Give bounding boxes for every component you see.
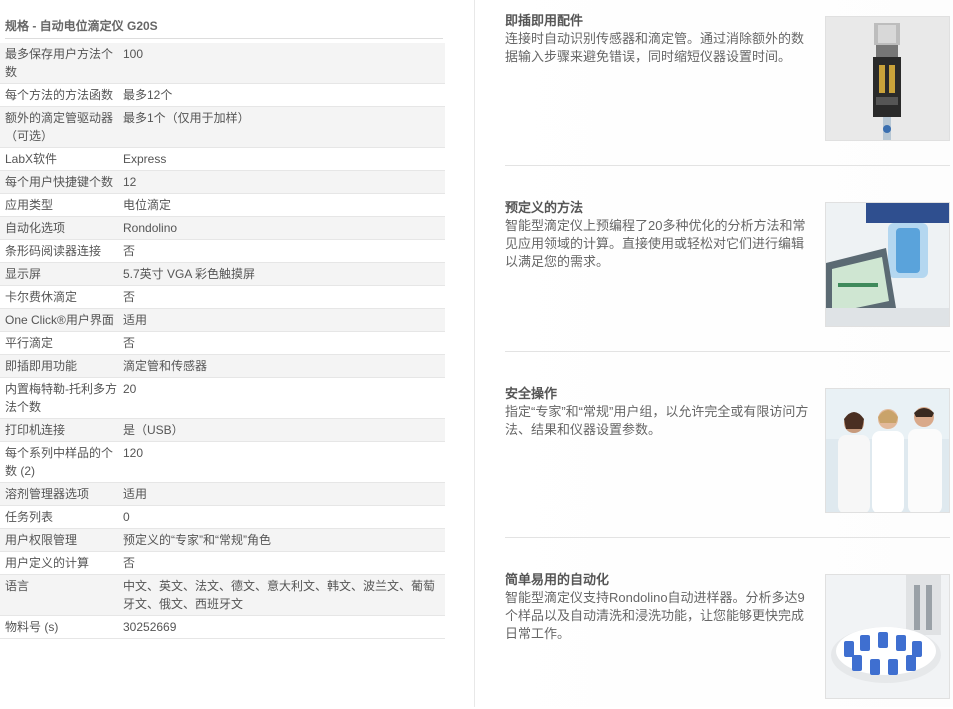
spec-label: 平行滴定 <box>5 336 54 350</box>
spec-value: 12 <box>123 175 137 189</box>
spec-row: 用户定义的计算 否 <box>0 552 445 575</box>
feature-title: 简单易用的自动化 <box>505 572 610 587</box>
spec-value: 100 <box>123 47 144 61</box>
spec-label: 语言 <box>5 579 30 593</box>
feature-text: 智能型滴定仪支持Rondolino自动进样器。分析多达9个样品以及自动清洗和浸洗… <box>505 590 805 641</box>
feature-text: 指定“专家”和“常规”用户组，以允许完全或有限访问方法、结果和仪器设置参数。 <box>505 404 809 437</box>
spec-label: 物料号 (s) <box>5 620 59 634</box>
spec-value: 适用 <box>123 487 148 501</box>
spec-label: 溶剂管理器选项 <box>5 487 90 501</box>
feature-title: 安全操作 <box>505 386 558 401</box>
feature-title: 预定义的方法 <box>505 200 584 215</box>
spec-label: 用户权限管理 <box>5 533 78 547</box>
titrator-screen-image <box>825 202 950 327</box>
spec-table: 最多保存用户方法个数 100 每个方法的方法函数 最多12个 额外的滴定管驱动器（可选）… <box>0 43 445 639</box>
spec-value: 0 <box>123 510 130 524</box>
feature-title: 即插即用配件 <box>505 13 584 28</box>
spec-label: 自动化选项 <box>5 221 66 235</box>
feature-easy-automation: 简单易用的自动化 智能型滴定仪支持Rondolino自动进样器。分析多达9个样品… <box>505 569 950 709</box>
spec-label: LabX软件 <box>5 152 58 166</box>
spec-row: 用户权限管理 预定义的“专家”和“常规”角色 <box>0 529 445 552</box>
spec-value: 电位滴定 <box>123 198 172 212</box>
spec-label: 条形码阅读器连接 <box>5 244 102 258</box>
spec-row: 平行滴定 否 <box>0 332 445 355</box>
spec-row: 每个用户快捷键个数 12 <box>0 171 445 194</box>
spec-row: 任务列表 0 <box>0 506 445 529</box>
feature-separator <box>505 165 950 166</box>
feature-text: 连接时自动识别传感器和滴定管。通过消除额外的数据输入步骤来避免错误，同时缩短仪器… <box>505 31 805 64</box>
spec-label: 额外的滴定管驱动器（可选） <box>5 111 114 143</box>
spec-label: 任务列表 <box>5 510 54 524</box>
lab-scientists-image <box>825 388 950 513</box>
feature-plug-and-play: 即插即用配件 连接时自动识别传感器和滴定管。通过消除额外的数据输入步骤来避免错误… <box>505 10 950 150</box>
spec-label: 即插即用功能 <box>5 359 78 373</box>
spec-row: 每个方法的方法函数 最多12个 <box>0 84 445 107</box>
spec-row: 自动化选项 Rondolino <box>0 217 445 240</box>
spec-label: 打印机连接 <box>5 423 66 437</box>
spec-value: 滴定管和传感器 <box>123 359 208 373</box>
spec-value: 5.7英寸 VGA 彩色触摸屏 <box>123 267 256 281</box>
spec-label: One Click®用户界面 <box>5 313 114 327</box>
spec-value: 20 <box>123 382 137 396</box>
spec-value: 是（USB） <box>123 423 184 437</box>
spec-row: 物料号 (s) 30252669 <box>0 616 445 639</box>
feature-separator <box>505 537 950 538</box>
spec-value: 120 <box>123 446 144 460</box>
sensor-burette-image <box>825 16 950 141</box>
spec-row: 即插即用功能 滴定管和传感器 <box>0 355 445 378</box>
spec-row: 显示屏 5.7英寸 VGA 彩色触摸屏 <box>0 263 445 286</box>
spec-label: 显示屏 <box>5 267 42 281</box>
spec-row: 打印机连接 是（USB） <box>0 419 445 442</box>
feature-separator <box>505 351 950 352</box>
spec-label: 每个方法的方法函数 <box>5 88 114 102</box>
spec-value: 否 <box>123 244 136 258</box>
spec-row: 应用类型 电位滴定 <box>0 194 445 217</box>
rondolino-sampler-image <box>825 574 950 699</box>
spec-row: 最多保存用户方法个数 100 <box>0 43 445 84</box>
feature-predefined-methods: 预定义的方法 智能型滴定仪上预编程了20多种优化的分析方法和常见应用领域的计算。… <box>505 197 950 337</box>
spec-value: 最多1个（仅用于加样） <box>123 111 250 125</box>
spec-row: 额外的滴定管驱动器（可选） 最多1个（仅用于加样） <box>0 107 445 148</box>
spec-value: 否 <box>123 290 136 304</box>
spec-value: 预定义的“专家”和“常规”角色 <box>123 533 271 547</box>
spec-label: 内置梅特勒-托利多方法个数 <box>5 382 117 414</box>
spec-value: Express <box>123 152 167 166</box>
spec-value: 否 <box>123 556 136 570</box>
spec-row: 语言 中文、英文、法文、德文、意大利文、韩文、波兰文、葡萄牙文、俄文、西班牙文 <box>0 575 445 616</box>
spec-label: 应用类型 <box>5 198 54 212</box>
spec-label: 每个系列中样品的个数 (2) <box>5 446 114 478</box>
spec-row: 内置梅特勒-托利多方法个数 20 <box>0 378 445 419</box>
spec-title: 规格 - 自动电位滴定仪 G20S <box>5 17 443 39</box>
spec-value: Rondolino <box>123 221 178 235</box>
spec-label: 用户定义的计算 <box>5 556 90 570</box>
spec-row: 溶剂管理器选项 适用 <box>0 483 445 506</box>
spec-value: 最多12个 <box>123 88 173 102</box>
feature-safe-operation: 安全操作 指定“专家”和“常规”用户组，以允许完全或有限访问方法、结果和仪器设置… <box>505 383 950 523</box>
spec-value: 30252669 <box>123 620 177 634</box>
spec-row: 每个系列中样品的个数 (2) 120 <box>0 442 445 483</box>
feature-text: 智能型滴定仪上预编程了20多种优化的分析方法和常见应用领域的计算。直接使用或轻松… <box>505 218 806 269</box>
spec-row: 卡尔费休滴定 否 <box>0 286 445 309</box>
spec-row: One Click®用户界面 适用 <box>0 309 445 332</box>
spec-label: 卡尔费休滴定 <box>5 290 78 304</box>
spec-value: 否 <box>123 336 136 350</box>
spec-row: LabX软件 Express <box>0 148 445 171</box>
spec-label: 最多保存用户方法个数 <box>5 47 114 79</box>
spec-label: 每个用户快捷键个数 <box>5 175 114 189</box>
spec-row: 条形码阅读器连接 否 <box>0 240 445 263</box>
spec-value: 中文、英文、法文、德文、意大利文、韩文、波兰文、葡萄牙文、俄文、西班牙文 <box>123 579 436 611</box>
spec-value: 适用 <box>123 313 148 327</box>
